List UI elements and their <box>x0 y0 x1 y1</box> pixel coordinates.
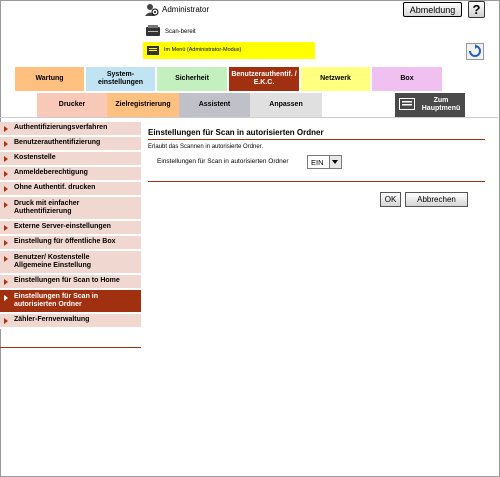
administrator-icon <box>145 4 159 16</box>
arrow-right-icon <box>4 278 8 285</box>
sidebar-item-druck-einfache-authentifizierung[interactable]: Druck mit einfacher Authentifizierung <box>0 197 141 221</box>
sidebar-item-kostenstelle[interactable]: Kostenstelle <box>0 152 141 167</box>
divider <box>0 117 498 118</box>
arrow-right-icon <box>4 170 8 177</box>
main-menu-button[interactable]: Zum Hauptmenü <box>395 93 465 117</box>
page-title: Einstellungen für Scan in autorisierten … <box>148 128 324 137</box>
tab-sicherheit[interactable]: Sicherheit <box>156 66 228 92</box>
scanner-icon <box>146 25 160 36</box>
logout-button[interactable]: Abmeldung <box>403 2 462 17</box>
arrow-right-icon <box>4 155 8 162</box>
mode-status-bar: Im Menü (Administrator-Modus) <box>143 42 315 59</box>
setting-label: Einstellungen für Scan in autorisierten … <box>157 158 289 165</box>
ok-button[interactable]: OK <box>380 192 401 207</box>
tab-netzwerk[interactable]: Netzwerk <box>300 66 371 92</box>
sidebar-item-benutzerauthentifizierung[interactable]: Benutzerauthentifizierung <box>0 137 141 152</box>
sidebar-item-label: Einstellungen für Scan in autorisierten … <box>14 292 99 309</box>
setting-select[interactable]: EIN <box>307 155 342 169</box>
sidebar-item-label: Zähler-Fernverwaltung <box>14 316 90 324</box>
tab-label: Netzwerk <box>320 75 351 82</box>
tab-label: Wartung <box>35 75 64 82</box>
tab-wartung[interactable]: Wartung <box>14 66 85 92</box>
chevron-down-icon <box>329 156 341 168</box>
main-menu-icon <box>399 98 415 110</box>
sidebar-item-label: Benutzerauthentifizierung <box>14 139 101 147</box>
tab-label: System- einstellungen <box>97 71 144 86</box>
setting-select-value: EIN <box>311 158 324 167</box>
arrow-right-icon <box>4 185 8 192</box>
arrow-right-icon <box>4 224 8 231</box>
tab-benutzerauthentifizierung[interactable]: Benutzerauthentif. / E.K.C. <box>228 66 300 92</box>
sidebar-item-label: Druck mit einfacher Authentifizierung <box>14 199 80 216</box>
help-button[interactable]: ? <box>468 1 485 18</box>
sidebar-item-label: Kostenstelle <box>14 154 56 162</box>
subtab-drucker[interactable]: Drucker <box>37 93 107 117</box>
sidebar-divider <box>0 347 141 348</box>
tab-label: Benutzerauthentif. / E.K.C. <box>231 71 297 86</box>
sidebar: Authentifizierungsverfahren Benutzerauth… <box>0 122 141 329</box>
sidebar-item-anmeldeberechtigung[interactable]: Anmeldeberechtigung <box>0 167 141 182</box>
sidebar-item-externe-server[interactable]: Externe Server-einstellungen <box>0 221 141 236</box>
sidebar-item-label: Externe Server-einstellungen <box>14 223 111 231</box>
refresh-button[interactable] <box>466 43 484 60</box>
sidebar-item-label: Einstellungen für Scan to Home <box>14 277 120 285</box>
sidebar-item-ohne-authentif-drucken[interactable]: Ohne Authentif. drucken <box>0 182 141 197</box>
arrow-right-icon <box>4 140 8 147</box>
refresh-icon <box>469 44 481 57</box>
sidebar-item-authentifizierungsverfahren[interactable]: Authentifizierungsverfahren <box>0 122 141 137</box>
arrow-right-icon <box>4 125 8 132</box>
arrow-right-icon <box>4 295 8 301</box>
subtab-zielregistrierung[interactable]: Zielregistrierung <box>107 93 179 117</box>
sidebar-item-oeffentliche-box[interactable]: Einstellung für öffentliche Box <box>0 236 141 251</box>
sidebar-item-allgemeine-einstellung[interactable]: Benutzer/ Kostenstelle Allgemeine Einste… <box>0 251 141 275</box>
user-label: Administrator <box>162 5 210 14</box>
sidebar-item-label: Anmeldeberechtigung <box>14 169 88 177</box>
tab-systemeinstellungen[interactable]: System- einstellungen <box>85 66 156 92</box>
scan-status-text: Scan-bereit <box>165 29 196 35</box>
arrow-right-icon <box>4 317 8 324</box>
tab-label: Box <box>400 75 414 82</box>
sidebar-item-scan-autorisierter-ordner[interactable]: Einstellungen für Scan in autorisierten … <box>0 290 141 314</box>
subtab-anpassen[interactable]: Anpassen <box>250 93 322 117</box>
main-menu-label: Zum Hauptmenü <box>421 97 461 112</box>
cancel-button[interactable]: Abbrechen <box>405 192 468 207</box>
page-description: Erlaubt das Scannen in autorisierte Ordn… <box>148 144 264 150</box>
sidebar-item-label: Ohne Authentif. drucken <box>14 184 96 192</box>
sidebar-item-label: Einstellung für öffentliche Box <box>14 238 116 246</box>
sidebar-item-label: Authentifizierungsverfahren <box>14 124 108 132</box>
tab-box[interactable]: Box <box>371 66 443 92</box>
sidebar-item-zaehler-fernverwaltung[interactable]: Zähler-Fernverwaltung <box>0 314 141 329</box>
subtab-assistent[interactable]: Assistent <box>179 93 250 117</box>
arrow-right-icon <box>4 239 8 246</box>
content-divider <box>148 181 485 182</box>
title-divider <box>148 139 485 140</box>
arrow-right-icon <box>4 256 8 262</box>
tab-label: Sicherheit <box>175 75 209 82</box>
arrow-right-icon <box>4 202 8 208</box>
menu-mode-icon <box>147 46 159 55</box>
sidebar-item-label: Benutzer/ Kostenstelle Allgemeine Einste… <box>14 253 92 270</box>
sidebar-item-scan-to-home[interactable]: Einstellungen für Scan to Home <box>0 275 141 290</box>
